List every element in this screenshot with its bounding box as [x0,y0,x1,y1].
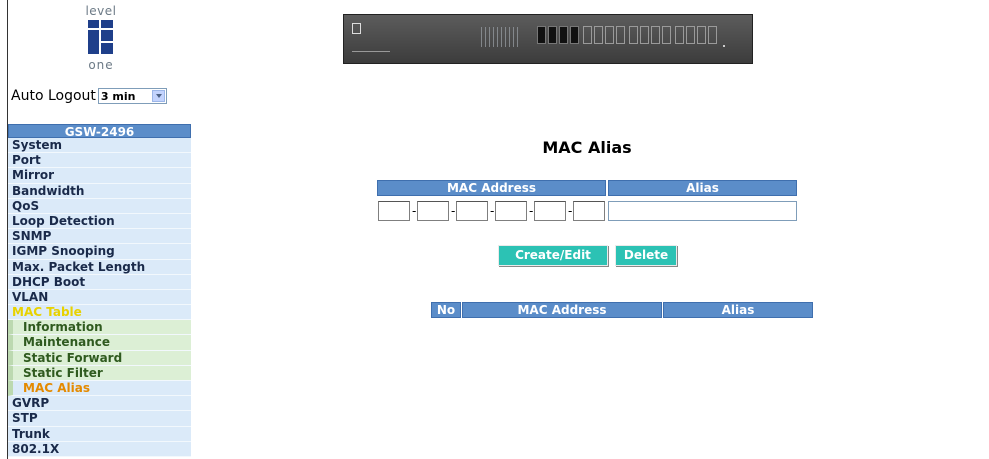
port-group-4 [675,26,717,46]
auto-logout-select[interactable]: 3 min [97,88,167,104]
menu-item-maintenance[interactable]: Maintenance [8,335,191,351]
mac-octet-2-input[interactable] [417,201,449,221]
menu-item-system[interactable]: System [8,138,191,154]
mac-separator: - [451,204,456,218]
mac-separator: - [412,204,417,218]
menu-item-dhcp-boot[interactable]: DHCP Boot [8,274,191,290]
menu-header: GSW-2496 [8,124,191,139]
menu-item-mac-alias[interactable]: MAC Alias [8,381,191,397]
logo-grid-icon [88,20,113,54]
menu-item-mirror[interactable]: Mirror [8,168,191,184]
menu-item-port[interactable]: Port [8,153,191,169]
create-edit-button[interactable]: Create/Edit [498,245,608,266]
port-leds [481,27,521,47]
menu-item-information[interactable]: Information [8,320,191,336]
port-group-3 [629,26,671,46]
alias-input[interactable] [608,201,797,221]
levelone-logo: level one [81,4,121,78]
mac-separator: - [529,204,534,218]
menu-item-qos[interactable]: QoS [8,198,191,214]
list-no-header: No [431,302,461,318]
panel-dot [723,45,725,47]
list-mac-address-header: MAC Address [462,302,662,318]
mac-octet-5-input[interactable] [534,201,566,221]
sidebar: level one Auto Logout 3 min GSW-2496 Sys… [8,0,191,459]
menu-item-802-1x[interactable]: 802.1X [8,441,191,457]
auto-logout: Auto Logout 3 min [11,87,167,105]
port-group-1 [537,26,579,46]
menu-item-static-filter[interactable]: Static Filter [8,365,191,381]
menu-item-gvrp[interactable]: GVRP [8,396,191,412]
mac-separator: - [568,204,573,218]
menu-item-igmp-snooping[interactable]: IGMP Snooping [8,244,191,260]
switch-front-panel-image [343,14,753,64]
mac-separator: - [490,204,495,218]
menu-item-stp[interactable]: STP [8,411,191,427]
menu-items: System Port Mirror Bandwidth QoS Loop Detecti… [8,138,191,457]
mac-octet-1-input[interactable] [378,201,410,221]
port-group-2 [583,26,625,46]
alias-header: Alias [608,180,797,196]
menu-item-snmp[interactable]: SNMP [8,229,191,245]
menu-item-max-packet-length[interactable]: Max. Packet Length [8,259,191,275]
mac-address-header: MAC Address [377,180,606,196]
side-menu: GSW-2496 System Port Mirror Bandwidth QoS Loo… [8,124,191,457]
mac-octet-4-input[interactable] [495,201,527,221]
page-title: MAC Alias [542,138,632,157]
mac-octet-6-input[interactable] [573,201,605,221]
mac-octet-3-input[interactable] [456,201,488,221]
menu-item-static-forward[interactable]: Static Forward [8,350,191,366]
brand-mark-icon [352,23,361,34]
menu-item-bandwidth[interactable]: Bandwidth [8,183,191,199]
delete-button[interactable]: Delete [615,245,677,266]
logo-word-one: one [88,58,114,72]
auto-logout-value: 3 min [100,89,136,103]
menu-item-vlan[interactable]: VLAN [8,289,191,306]
menu-item-loop-detection[interactable]: Loop Detection [8,213,191,230]
auto-logout-label: Auto Logout [11,88,96,104]
panel-caption-line [352,51,390,52]
chevron-down-icon[interactable] [151,90,165,102]
menu-item-mac-table[interactable]: MAC Table [8,305,191,321]
list-alias-header: Alias [663,302,813,318]
logo-word-level: level [85,4,117,18]
menu-item-trunk[interactable]: Trunk [8,426,191,442]
